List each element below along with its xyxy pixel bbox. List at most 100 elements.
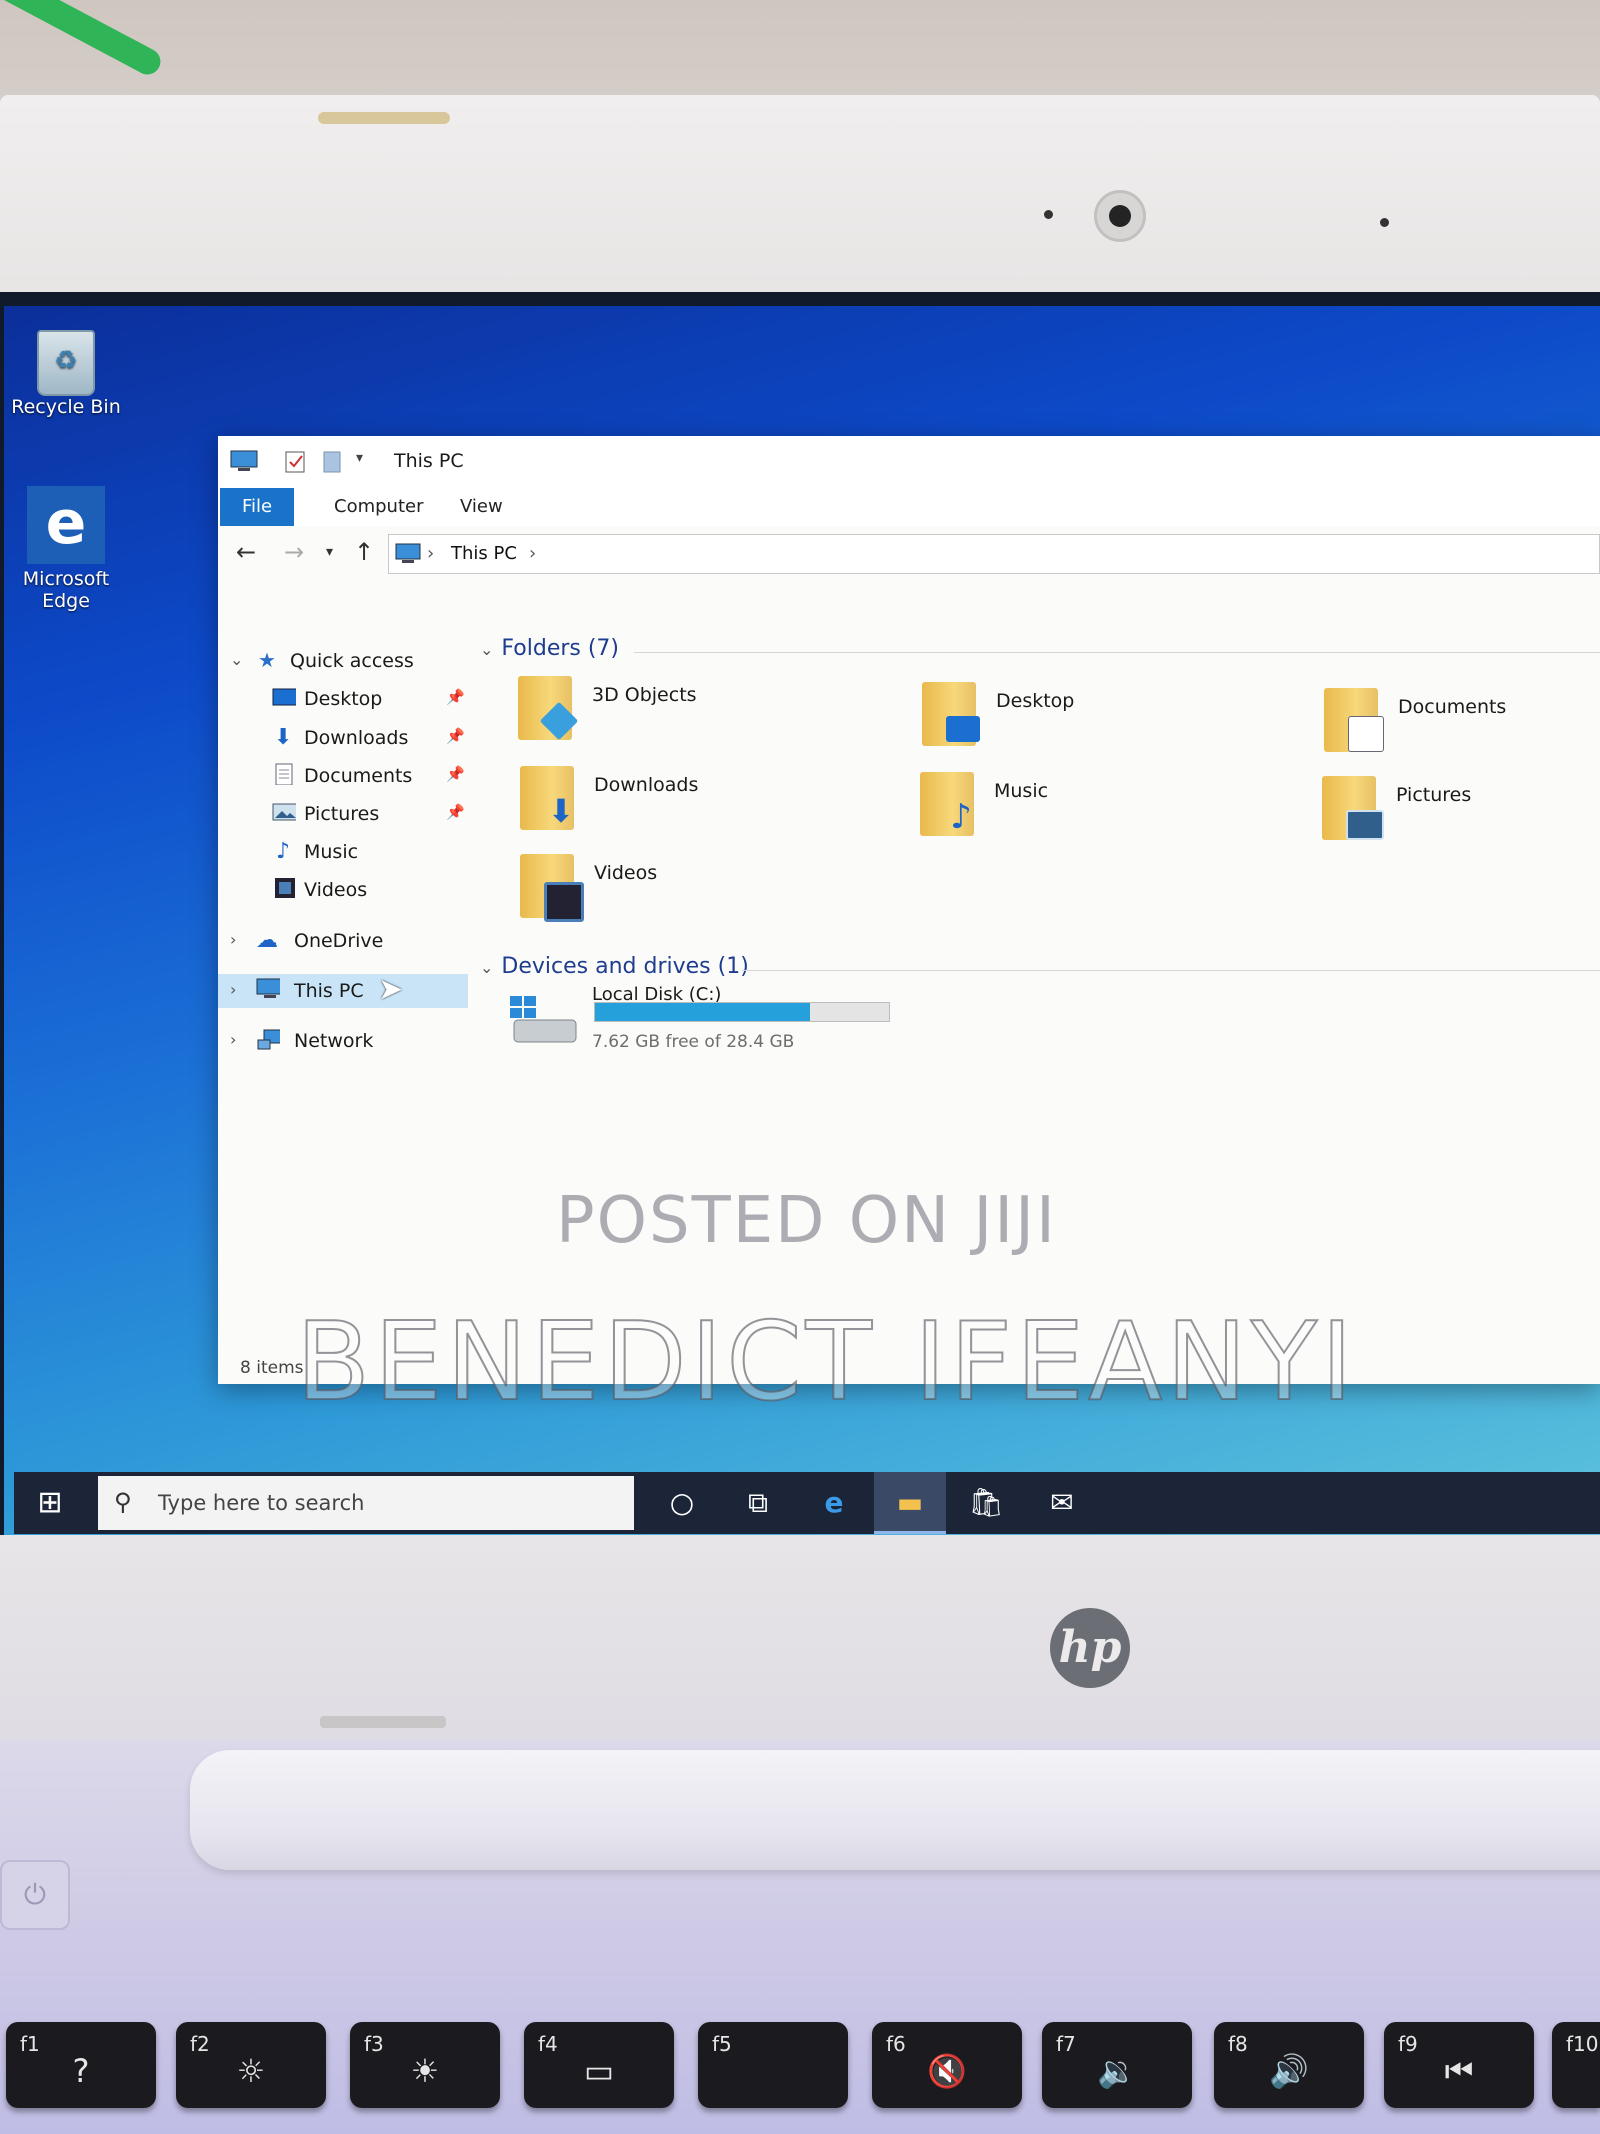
sidebar-item-label: Network [294, 1030, 374, 1052]
back-arrow-icon[interactable]: ← [236, 538, 256, 566]
folder-label: Pictures [1396, 784, 1472, 806]
folder-3d-objects[interactable]: 3D Objects [518, 676, 898, 756]
desktop-icon-label: Microsoft Edge [22, 568, 110, 612]
key-f8[interactable]: f8 🔊 [1214, 2022, 1364, 2108]
mail-icon[interactable]: ✉ [1026, 1472, 1098, 1534]
sensor-dot [1044, 210, 1053, 219]
group-header-label: Devices and drives (1) [501, 954, 749, 979]
key-f10[interactable]: f10 [1552, 2022, 1600, 2108]
key-f2[interactable]: f2 ☼ [176, 2022, 326, 2108]
key-f4[interactable]: f4 ▭ [524, 2022, 674, 2108]
sidebar-item-this-pc[interactable]: › This PC [218, 974, 468, 1008]
store-bag-icon[interactable]: 🛍 [950, 1472, 1022, 1534]
sidebar-item-downloads[interactable]: ⬇ Downloads 📌 [218, 721, 468, 755]
desktop-icon-edge[interactable]: e Microsoft Edge [6, 486, 126, 612]
chevron-right-icon[interactable]: › [230, 980, 236, 999]
properties-icon[interactable] [284, 450, 306, 474]
address-bar[interactable]: › This PC › [388, 534, 1600, 574]
chevron-down-icon[interactable]: ⌄ [480, 640, 493, 659]
sidebar-item-network[interactable]: › Network [218, 1024, 468, 1058]
key-f3[interactable]: f3 ☀ [350, 2022, 500, 2108]
key-f1[interactable]: f1? [6, 2022, 156, 2108]
file-explorer-icon[interactable]: ▬ [874, 1472, 946, 1534]
breadcrumb-this-pc[interactable]: This PC [451, 543, 517, 564]
quick-access-toolbar-dropdown-icon[interactable]: ▾ [356, 450, 363, 466]
group-header-folders[interactable]: ⌄ Folders (7) [480, 636, 619, 661]
bezel-notch [320, 1716, 446, 1728]
sidebar-item-pictures[interactable]: Pictures 📌 [218, 797, 468, 831]
pin-icon[interactable]: 📌 [446, 765, 465, 783]
sidebar-item-videos[interactable]: Videos [218, 873, 468, 907]
music-note-icon: ♪ [950, 797, 972, 837]
recent-locations-chevron-down-icon[interactable]: ▾ [326, 544, 333, 560]
tab-file[interactable]: File [220, 488, 295, 526]
key-f9[interactable]: f9 ⏮ [1384, 2022, 1534, 2108]
pin-icon[interactable]: 📌 [446, 727, 465, 745]
folder-label: Music [994, 780, 1049, 802]
breadcrumb-chevron-icon[interactable]: › [529, 543, 536, 564]
folder-videos[interactable]: Videos [520, 854, 900, 934]
drive-free-space: 7.62 GB free of 28.4 GB [592, 1032, 795, 1052]
folder-music[interactable]: ♪ Music [920, 772, 1300, 852]
desktop-icon-label: Recycle Bin [11, 396, 121, 418]
monitor-icon [946, 716, 980, 742]
sidebar-item-label: Documents [304, 765, 413, 787]
bezel-notch [318, 112, 450, 124]
this-pc-icon [230, 450, 258, 471]
windows-start-icon[interactable]: ⊞ [14, 1472, 86, 1534]
document-icon [275, 763, 293, 785]
cloud-icon: ☁ [256, 928, 278, 953]
chevron-down-icon[interactable]: ⌄ [480, 958, 493, 977]
folder-pictures[interactable]: Pictures [1322, 776, 1600, 856]
key-label: f5 [712, 2032, 732, 2056]
tab-view[interactable]: View [438, 488, 525, 526]
tab-computer[interactable]: Computer [312, 488, 445, 526]
window-title: This PC [394, 450, 464, 472]
task-view-icon[interactable]: ⧉ [722, 1472, 794, 1534]
taskbar: ⊞ ⚲ Type here to search ○ ⧉ e ▬ 🛍 ✉ [14, 1472, 1600, 1534]
key-f5[interactable]: f5 [698, 2022, 848, 2108]
folder-label: Documents [1398, 696, 1507, 718]
status-item-count: 8 items [240, 1358, 304, 1378]
drive-local-disk-c[interactable]: Local Disk (C:) 7.62 GB free of 28.4 GB [510, 980, 930, 1070]
mute-icon: 🔇 [927, 2052, 967, 2090]
network-icon [257, 1029, 280, 1050]
document-icon [1348, 716, 1384, 752]
folder-desktop[interactable]: Desktop [922, 682, 1302, 762]
key-f6[interactable]: f6 🔇 [872, 2022, 1022, 2108]
edge-icon[interactable]: e [798, 1472, 870, 1534]
new-folder-icon[interactable] [322, 450, 342, 474]
volume-down-icon: 🔉 [1097, 2052, 1137, 2090]
brightness-down-icon: ☼ [236, 2052, 266, 2090]
music-note-icon: ♪ [276, 839, 291, 864]
search-placeholder: Type here to search [158, 1491, 365, 1515]
key-f7[interactable]: f7 🔉 [1042, 2022, 1192, 2108]
sidebar-item-music[interactable]: ♪ Music [218, 835, 468, 869]
brightness-up-icon: ☀ [410, 2052, 440, 2090]
desktop-icon-recycle-bin[interactable]: Recycle Bin [6, 330, 126, 418]
power-icon[interactable]: ⏻ [0, 1860, 70, 1930]
taskbar-search-box[interactable]: ⚲ Type here to search [98, 1476, 634, 1530]
up-arrow-icon[interactable]: ↑ [354, 538, 374, 566]
folder-downloads[interactable]: ⬇ Downloads [520, 766, 900, 846]
cortana-circle-icon[interactable]: ○ [646, 1472, 718, 1534]
sidebar-item-desktop[interactable]: Desktop 📌 [218, 682, 468, 716]
folder-label: Desktop [996, 690, 1075, 712]
chevron-right-icon[interactable]: › [230, 1030, 236, 1049]
folder-label: Videos [594, 862, 658, 884]
chevron-right-icon[interactable]: › [230, 930, 236, 949]
picture-icon [1346, 810, 1384, 840]
previous-track-icon: ⏮ [1444, 2052, 1474, 2090]
divider [742, 970, 1600, 971]
pin-icon[interactable]: 📌 [446, 803, 465, 821]
star-icon: ★ [258, 648, 276, 672]
sidebar-item-onedrive[interactable]: › ☁ OneDrive [218, 924, 468, 958]
forward-arrow-icon[interactable]: → [284, 538, 304, 566]
pin-icon[interactable]: 📌 [446, 688, 465, 706]
sidebar-item-documents[interactable]: Documents 📌 [218, 759, 468, 793]
folder-documents[interactable]: Documents [1324, 688, 1600, 768]
breadcrumb-separator-icon: › [427, 543, 435, 564]
sidebar-item-quick-access[interactable]: ⌄ ★ Quick access [218, 644, 468, 678]
chevron-down-icon[interactable]: ⌄ [230, 650, 243, 669]
group-header-devices[interactable]: ⌄ Devices and drives (1) [480, 954, 749, 979]
